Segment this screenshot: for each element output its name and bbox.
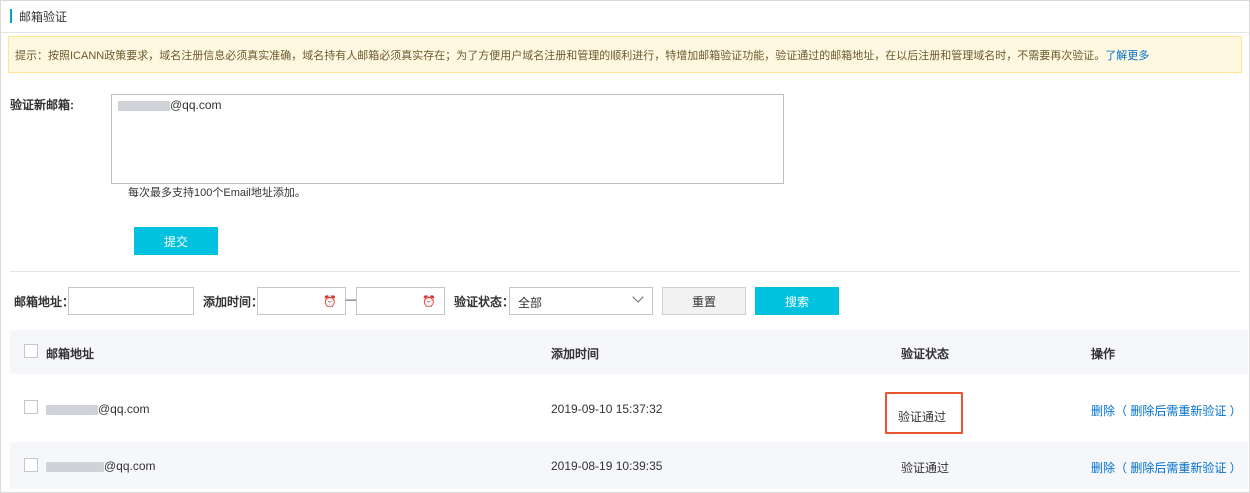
row-checkbox[interactable] bbox=[24, 458, 38, 472]
redacted-email-prefix bbox=[118, 100, 170, 111]
end-date-input[interactable]: ⏰ bbox=[356, 287, 445, 315]
row-email: @qq.com bbox=[46, 402, 150, 416]
email-suffix: @qq.com bbox=[98, 402, 150, 416]
notice-text: 提示：按照ICANN政策要求，域名注册信息必须真实准确，域名持有人邮箱必须真实存… bbox=[15, 50, 1106, 62]
row-time: 2019-08-19 10:39:35 bbox=[551, 459, 663, 473]
table-row: @qq.com 2019-08-19 10:39:35 验证通过 删除（ 删除后… bbox=[10, 442, 1248, 489]
select-all-checkbox[interactable] bbox=[24, 344, 38, 358]
status-select[interactable]: 全部 bbox=[509, 287, 653, 315]
chevron-down-icon bbox=[632, 291, 644, 303]
status-select-value: 全部 bbox=[518, 296, 543, 310]
page-title: 邮箱验证 bbox=[19, 9, 68, 24]
filter-status-label: 验证状态： bbox=[454, 295, 515, 309]
email-limit-hint: 每次最多支持100个Email地址添加。 bbox=[128, 187, 306, 199]
email-suffix: @qq.com bbox=[170, 98, 222, 112]
filter-email-label: 邮箱地址： bbox=[14, 295, 75, 309]
title-accent-bar bbox=[10, 9, 12, 23]
email-suffix: @qq.com bbox=[104, 459, 156, 473]
header-action: 操作 bbox=[1091, 347, 1116, 361]
row-checkbox[interactable] bbox=[24, 400, 38, 414]
header-time: 添加时间 bbox=[551, 347, 600, 361]
delete-link[interactable]: 删除（ 删除后需重新验证 ） bbox=[1091, 459, 1242, 476]
header-status: 验证状态 bbox=[901, 347, 950, 361]
clock-icon: ⏰ bbox=[422, 296, 436, 308]
row-time: 2019-09-10 15:37:32 bbox=[551, 402, 663, 416]
search-button[interactable]: 搜索 bbox=[755, 287, 839, 315]
new-email-label: 验证新邮箱: bbox=[10, 98, 74, 112]
table-row: @qq.com 2019-09-10 15:37:32 验证通过 删除（ 删除后… bbox=[10, 374, 1248, 442]
filter-time-label: 添加时间： bbox=[203, 295, 264, 309]
delete-link[interactable]: 删除（ 删除后需重新验证 ） bbox=[1091, 402, 1242, 419]
filter-email-input[interactable] bbox=[68, 287, 194, 315]
clock-icon: ⏰ bbox=[323, 296, 337, 308]
learn-more-link[interactable]: 了解更多 bbox=[1105, 50, 1149, 62]
submit-button[interactable]: 提交 bbox=[134, 227, 218, 255]
divider bbox=[10, 271, 1240, 272]
status-highlight-box bbox=[885, 392, 963, 434]
row-status: 验证通过 bbox=[901, 461, 950, 475]
section-title: 邮箱验证 bbox=[10, 8, 67, 24]
start-date-input[interactable]: ⏰ bbox=[257, 287, 346, 315]
new-email-textarea[interactable]: @qq.com bbox=[111, 94, 784, 184]
row-email: @qq.com bbox=[46, 459, 156, 473]
header-email: 邮箱地址 bbox=[46, 347, 95, 361]
notice-banner: 提示：按照ICANN政策要求，域名注册信息必须真实准确，域名持有人邮箱必须真实存… bbox=[8, 36, 1242, 73]
table-header: 邮箱地址 添加时间 验证状态 操作 bbox=[10, 330, 1248, 374]
divider bbox=[1, 32, 1249, 33]
redacted-email-prefix bbox=[46, 461, 104, 472]
reset-button[interactable]: 重置 bbox=[662, 287, 746, 315]
redacted-email-prefix bbox=[46, 404, 98, 415]
